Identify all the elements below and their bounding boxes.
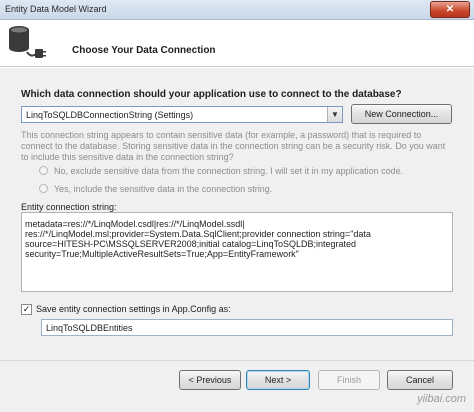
finish-button[interactable]: Finish bbox=[318, 370, 380, 390]
previous-button[interactable]: < Previous bbox=[179, 370, 241, 390]
entities-name-input[interactable]: LinqToSQLDBEntities bbox=[41, 319, 453, 336]
radio-include-label: Yes, include the sensitive data in the c… bbox=[54, 184, 273, 194]
save-settings-label: Save entity connection settings in App.C… bbox=[36, 304, 231, 314]
radio-button-icon[interactable] bbox=[39, 184, 48, 193]
wizard-footer: < Previous Next > Finish Cancel bbox=[0, 360, 474, 412]
radio-include-sensitive[interactable]: Yes, include the sensitive data in the c… bbox=[39, 184, 272, 194]
window-title: Entity Data Model Wizard bbox=[5, 4, 107, 14]
cancel-button[interactable]: Cancel bbox=[387, 370, 453, 390]
watermark-text: yiibai.com bbox=[417, 393, 466, 405]
sensitive-data-warning: This connection string appears to contai… bbox=[21, 130, 446, 162]
connection-string-label: Entity connection string: bbox=[21, 202, 117, 212]
entities-name-value: LinqToSQLDBEntities bbox=[46, 323, 133, 333]
connection-select-value: LinqToSQLDBConnectionString (Settings) bbox=[26, 110, 194, 120]
connection-select[interactable]: LinqToSQLDBConnectionString (Settings) ▼ bbox=[21, 106, 343, 123]
database-connection-icon bbox=[9, 26, 46, 58]
connection-string-box[interactable]: metadata=res://*/LinqModel.csdl|res://*/… bbox=[21, 212, 453, 292]
new-connection-button[interactable]: New Connection... bbox=[351, 104, 452, 124]
page-heading: Choose Your Data Connection bbox=[72, 45, 216, 56]
content-panel: Which data connection should your applic… bbox=[0, 68, 474, 360]
radio-exclude-sensitive[interactable]: No, exclude sensitive data from the conn… bbox=[39, 166, 403, 176]
radio-exclude-label: No, exclude sensitive data from the conn… bbox=[54, 166, 404, 176]
radio-button-icon[interactable] bbox=[39, 166, 48, 175]
wizard-header: Choose Your Data Connection bbox=[0, 21, 474, 67]
connection-question: Which data connection should your applic… bbox=[21, 89, 402, 100]
next-button[interactable]: Next > bbox=[246, 370, 310, 390]
connection-string-value: metadata=res://*/LinqModel.csdl|res://*/… bbox=[25, 219, 371, 259]
title-bar: Entity Data Model Wizard ✕ bbox=[0, 0, 474, 20]
chevron-down-icon[interactable]: ▼ bbox=[327, 107, 342, 122]
close-button[interactable]: ✕ bbox=[430, 1, 470, 18]
save-settings-checkbox[interactable]: ✓ bbox=[21, 304, 32, 315]
